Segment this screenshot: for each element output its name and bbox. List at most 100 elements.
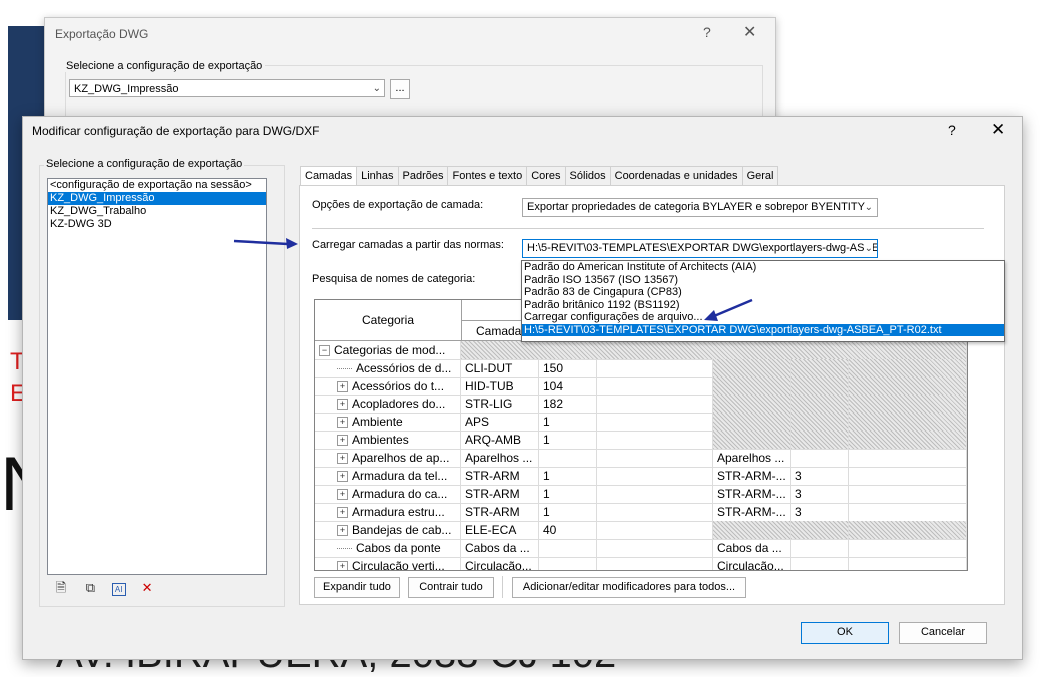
expand-icon[interactable]: + xyxy=(337,453,348,465)
delete-setup-icon[interactable]: ✕ xyxy=(139,580,155,596)
tab-linhas[interactable]: Linhas xyxy=(356,166,399,185)
grid-color-cell[interactable]: 150 xyxy=(539,359,597,377)
setup-item[interactable]: KZ-DWG 3D xyxy=(48,218,266,231)
expand-icon[interactable]: + xyxy=(337,489,348,501)
setup-item[interactable]: KZ_DWG_Trabalho xyxy=(48,205,266,218)
grid-category-cell[interactable]: + Acopladores do... xyxy=(315,395,461,413)
grid-layer-cell[interactable]: HID-TUB xyxy=(461,377,539,395)
grid-color-cell[interactable]: 1 xyxy=(539,431,597,449)
grid-cut-modifier-cell[interactable] xyxy=(849,503,967,521)
dropdown-item-selected-file[interactable]: H:\5-REVIT\03-TEMPLATES\EXPORTAR DWG\exp… xyxy=(522,323,1004,336)
grid-color-cell[interactable] xyxy=(539,557,597,570)
add-edit-modifiers-button[interactable]: Adicionar/editar modificadores para todo… xyxy=(512,577,746,598)
setup-item[interactable]: <configuração de exportação na sessão> xyxy=(48,179,266,192)
grid-cut-modifier-cell[interactable] xyxy=(849,431,967,449)
grid-modifier-cell[interactable] xyxy=(597,395,713,413)
tab-coordenadas-e-unidades[interactable]: Coordenadas e unidades xyxy=(609,166,743,185)
grid-category-cell[interactable]: + Armadura estru... xyxy=(315,503,461,521)
grid-cut-modifier-cell[interactable] xyxy=(849,449,967,467)
grid-header-category[interactable]: Categoria xyxy=(315,300,462,340)
dialog-close-button[interactable]: ✕ xyxy=(991,120,1005,140)
grid-color-cell[interactable]: 1 xyxy=(539,467,597,485)
grid-cut-color-cell[interactable] xyxy=(791,431,849,449)
grid-cut-modifier-cell[interactable] xyxy=(849,521,967,539)
dialog-help-button[interactable]: ? xyxy=(948,122,956,138)
grid-cut-modifier-cell[interactable] xyxy=(849,557,967,570)
grid-cut-color-cell[interactable] xyxy=(791,557,849,570)
grid-cut-modifier-cell[interactable] xyxy=(849,377,967,395)
grid-cut-color-cell[interactable] xyxy=(791,395,849,413)
table-row[interactable]: + Bandejas de cab... ELE-ECA 40 xyxy=(315,521,967,540)
tab-geral[interactable]: Geral xyxy=(741,166,779,185)
dropdown-item-cp83[interactable]: Padrão 83 de Cingapura (CP83) xyxy=(522,286,1004,299)
export-dwg-help-button[interactable]: ? xyxy=(703,24,711,40)
dropdown-item-iso[interactable]: Padrão ISO 13567 (ISO 13567) xyxy=(522,274,1004,287)
grid-layer-cell[interactable]: APS xyxy=(461,413,539,431)
grid-modifier-cell[interactable] xyxy=(597,503,713,521)
grid-category-cell[interactable]: + Circulação verti... xyxy=(315,557,461,570)
dropdown-item-bs1192[interactable]: Padrão britânico 1192 (BS1192) xyxy=(522,299,1004,312)
grid-category-cell[interactable]: + Bandejas de cab... xyxy=(315,521,461,539)
grid-layer-cell[interactable]: Circulação... xyxy=(461,557,539,570)
grid-layer-cell[interactable]: ELE-ECA xyxy=(461,521,539,539)
dropdown-item-aia[interactable]: Padrão do American Institute of Architec… xyxy=(522,261,1004,274)
collapse-all-button[interactable]: Contrair tudo xyxy=(408,577,494,598)
tab-solidos[interactable]: Sólidos xyxy=(564,166,611,185)
table-row[interactable]: + Circulação verti... Circulação... Circula… xyxy=(315,557,967,570)
grid-cut-color-cell[interactable] xyxy=(791,377,849,395)
grid-color-cell[interactable]: 40 xyxy=(539,521,597,539)
grid-cut-layer-cell[interactable]: STR-ARM-... xyxy=(713,503,791,521)
grid-cut-layer-cell[interactable]: STR-ARM-... xyxy=(713,467,791,485)
new-setup-icon[interactable]: 🗎 xyxy=(53,580,69,596)
grid-cut-color-cell[interactable] xyxy=(791,359,849,377)
grid-cut-layer-cell[interactable] xyxy=(713,431,791,449)
grid-layer-cell[interactable]: STR-ARM xyxy=(461,485,539,503)
tab-cores[interactable]: Cores xyxy=(526,166,566,185)
grid-color-cell[interactable] xyxy=(539,449,597,467)
collapse-icon[interactable]: − xyxy=(319,345,330,357)
export-dwg-browse-button[interactable]: ... xyxy=(390,79,410,99)
grid-layer-cell[interactable]: Cabos da ... xyxy=(461,539,539,557)
grid-cut-modifier-cell[interactable] xyxy=(849,359,967,377)
tab-camadas[interactable]: Camadas xyxy=(300,166,358,187)
grid-category-cell[interactable]: + Acessórios do t... xyxy=(315,377,461,395)
grid-root-row[interactable]: − Categorias de mod... xyxy=(315,341,967,360)
grid-cut-layer-cell[interactable] xyxy=(713,395,791,413)
grid-layer-cell[interactable]: STR-ARM xyxy=(461,503,539,521)
grid-cut-layer-cell[interactable] xyxy=(713,377,791,395)
grid-cut-layer-cell[interactable]: Circulação... xyxy=(713,557,791,570)
layer-options-combo[interactable]: Exportar propriedades de categoria BYLAY… xyxy=(522,198,878,217)
grid-modifier-cell[interactable] xyxy=(597,431,713,449)
grid-category-cell[interactable]: Acessórios de d... xyxy=(315,359,461,377)
expand-icon[interactable]: + xyxy=(337,399,348,411)
table-row[interactable]: + Armadura estru... STR-ARM 1 STR-ARM-... 3 xyxy=(315,503,967,522)
table-row[interactable]: + Armadura da tel... STR-ARM 1 STR-ARM-... 3 xyxy=(315,467,967,486)
grid-cut-modifier-cell[interactable] xyxy=(849,539,967,557)
grid-category-cell[interactable]: Cabos da ponte xyxy=(315,539,461,557)
grid-cut-modifier-cell[interactable] xyxy=(849,467,967,485)
grid-cut-modifier-cell[interactable] xyxy=(849,413,967,431)
load-layers-dropdown[interactable]: Padrão do American Institute of Architec… xyxy=(521,260,1005,342)
ok-button[interactable]: OK xyxy=(801,622,889,644)
duplicate-setup-icon[interactable]: ⧉ xyxy=(82,580,98,596)
export-dwg-close-button[interactable]: ✕ xyxy=(743,22,756,42)
grid-category-cell[interactable]: + Armadura do ca... xyxy=(315,485,461,503)
expand-all-button[interactable]: Expandir tudo xyxy=(314,577,400,598)
grid-cut-color-cell[interactable] xyxy=(791,413,849,431)
grid-layer-cell[interactable]: CLI-DUT xyxy=(461,359,539,377)
grid-root-cell[interactable]: − Categorias de mod... xyxy=(315,341,461,359)
grid-modifier-cell[interactable] xyxy=(597,359,713,377)
grid-color-cell[interactable]: 1 xyxy=(539,413,597,431)
rename-setup-icon[interactable]: AI xyxy=(111,583,126,596)
table-row[interactable]: Acessórios de d... CLI-DUT 150 xyxy=(315,359,967,378)
grid-modifier-cell[interactable] xyxy=(597,539,713,557)
grid-cut-layer-cell[interactable] xyxy=(713,413,791,431)
setup-item-selected[interactable]: KZ_DWG_Impressão xyxy=(48,192,266,205)
grid-modifier-cell[interactable] xyxy=(597,449,713,467)
grid-cut-color-cell[interactable]: 3 xyxy=(791,503,849,521)
grid-cut-modifier-cell[interactable] xyxy=(849,485,967,503)
table-row[interactable]: + Aparelhos de ap... Aparelhos ... Aparelho… xyxy=(315,449,967,468)
expand-icon[interactable]: + xyxy=(337,525,348,537)
grid-modifier-cell[interactable] xyxy=(597,377,713,395)
tab-padroes[interactable]: Padrões xyxy=(397,166,449,185)
